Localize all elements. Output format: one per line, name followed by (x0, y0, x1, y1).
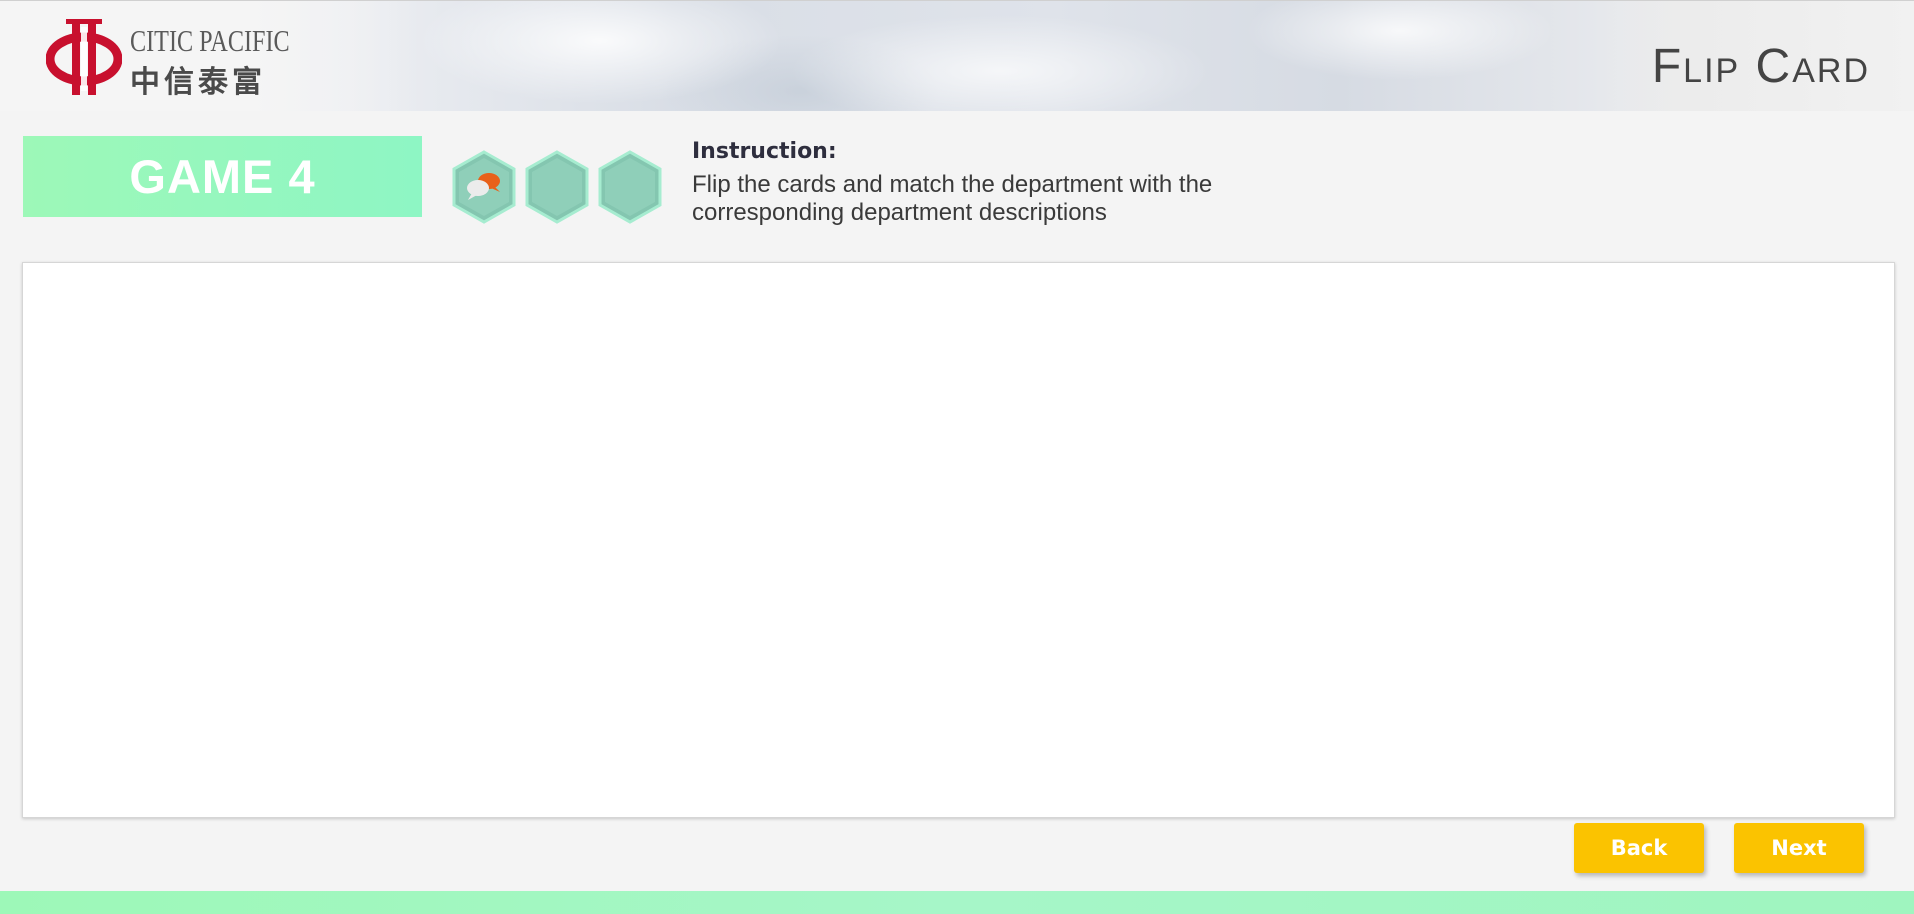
bottom-bar (0, 891, 1914, 914)
instruction-block: Instruction: Flip the cards and match th… (692, 139, 1392, 227)
game-progress (450, 150, 665, 226)
brand-name-en: CITIC PACIFIC (130, 23, 290, 58)
flip-card-page: CITIC PACIFIC 中信泰富 Flip Card GAME 4 Inst… (0, 0, 1914, 914)
citic-logo-icon (46, 19, 122, 95)
progress-hex-3 (598, 150, 662, 224)
instruction-heading: Instruction: (692, 139, 837, 164)
back-button[interactable]: Back (1574, 823, 1704, 873)
citic-pacific-logo: CITIC PACIFIC 中信泰富 (46, 17, 306, 100)
game-label: GAME 4 (23, 136, 422, 217)
card-area (22, 262, 1895, 818)
page-title: Flip Card (1651, 40, 1870, 93)
progress-hex-2 (525, 150, 589, 224)
header-banner: CITIC PACIFIC 中信泰富 Flip Card (0, 0, 1914, 111)
progress-hex-1 (452, 150, 516, 224)
brand-name-cn: 中信泰富 (130, 65, 266, 100)
next-button[interactable]: Next (1734, 823, 1864, 873)
instruction-text: Flip the cards and match the department … (692, 171, 1213, 226)
